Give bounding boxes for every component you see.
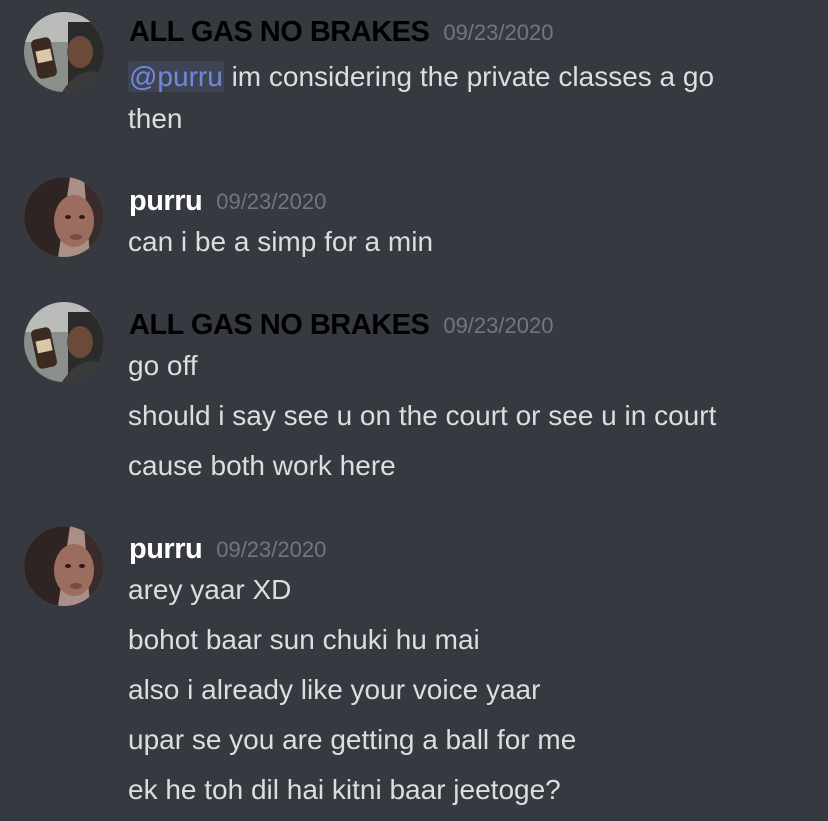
timestamp: 09/23/2020 [443, 313, 554, 338]
user-mention[interactable]: @purru [128, 61, 224, 92]
message-text: then [128, 103, 183, 134]
message-text: go off [128, 350, 198, 381]
message-header: ALL GAS NO BRAKES 09/23/2020 [129, 305, 553, 345]
timestamp: 09/23/2020 [216, 189, 327, 214]
user-avatar[interactable] [24, 177, 104, 257]
avatar-image [24, 12, 104, 92]
username[interactable]: ALL GAS NO BRAKES [129, 309, 430, 341]
message-line: cause both work here [128, 445, 396, 487]
user-avatar[interactable] [24, 526, 104, 606]
message-line: upar se you are getting a ball for me [128, 719, 576, 761]
timestamp: 09/23/2020 [216, 537, 327, 562]
username[interactable]: purru [129, 533, 203, 565]
message-header: purru 09/23/2020 [129, 181, 326, 221]
message-header: purru 09/23/2020 [129, 529, 326, 569]
message-text: can i be a simp for a min [128, 226, 434, 257]
message-line: can i be a simp for a min [128, 221, 433, 263]
timestamp: 09/23/2020 [443, 20, 554, 45]
message-text: ek he toh dil hai kitni baar jeetoge? [128, 774, 561, 805]
avatar-image [24, 302, 104, 382]
message-line: arey yaar XD [128, 569, 291, 611]
message-text: cause both work here [128, 450, 396, 481]
user-avatar[interactable] [24, 12, 104, 92]
message-text: should i say see u on the court or see u… [128, 400, 717, 431]
message-text: bohot baar sun chuki hu mai [128, 624, 480, 655]
avatar-image [24, 526, 104, 606]
message-text: arey yaar XD [128, 574, 292, 605]
message-text: also i already like your voice yaar [128, 674, 541, 705]
message-text: im considering the private classes a go [223, 61, 715, 92]
message-text: upar se you are getting a ball for me [128, 724, 577, 755]
message-line: go off [128, 345, 198, 387]
message-header: ALL GAS NO BRAKES 09/23/2020 [129, 12, 553, 52]
message-line: @purru im considering the private classe… [128, 56, 714, 98]
user-avatar[interactable] [24, 302, 104, 382]
username[interactable]: ALL GAS NO BRAKES [129, 16, 430, 48]
username[interactable]: purru [129, 185, 203, 217]
message-line: should i say see u on the court or see u… [128, 395, 716, 437]
message-line: ek he toh dil hai kitni baar jeetoge? [128, 769, 561, 811]
message-line: then [128, 98, 183, 140]
message-line: also i already like your voice yaar [128, 669, 540, 711]
avatar-image [24, 177, 104, 257]
message-line: bohot baar sun chuki hu mai [128, 619, 480, 661]
